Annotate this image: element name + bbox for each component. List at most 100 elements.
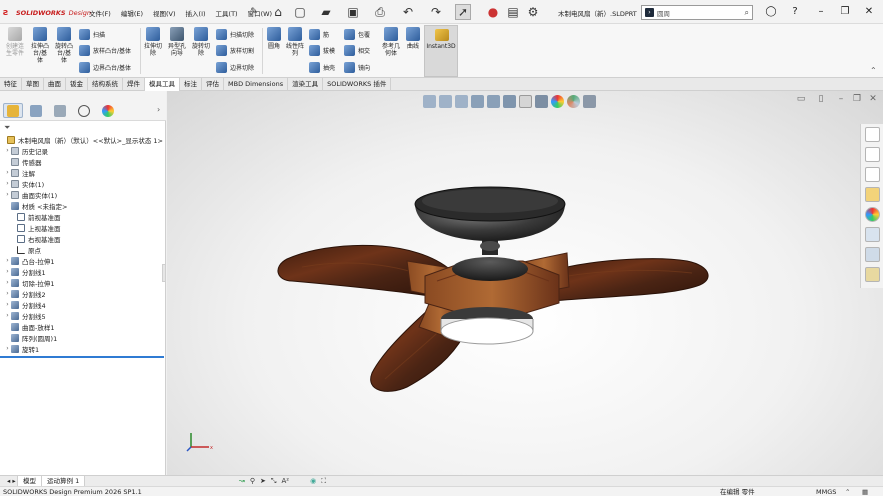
menu-view[interactable]: 视图(V) <box>148 8 181 18</box>
tree-node[interactable]: › 分割线5 <box>0 310 166 321</box>
feature-manager-tab[interactable] <box>3 103 23 118</box>
intersect-button[interactable]: 相交 <box>344 44 370 56</box>
filter-icon[interactable]: ⏷ <box>4 123 10 133</box>
tab-render-tools[interactable]: 渲染工具 <box>288 78 324 91</box>
search-input[interactable]: 圆周 <box>657 8 742 18</box>
fillet-button[interactable]: 圆角 <box>264 27 284 50</box>
tree-node[interactable]: 传感器 <box>0 156 166 167</box>
tree-node[interactable]: › 分割线1 <box>0 266 166 277</box>
extruded-cut-button[interactable]: 拉伸切 除 <box>142 27 164 57</box>
transform-icon[interactable]: ⤡ <box>271 477 277 486</box>
tab-solidworks-addins[interactable]: SOLIDWORKS 插件 <box>323 78 392 91</box>
boundary-cut-button[interactable]: 边界切除 <box>216 61 254 73</box>
restore-button[interactable]: ❐ <box>836 4 854 20</box>
custom-properties-icon[interactable] <box>865 227 880 242</box>
dimxpert-tab[interactable] <box>74 103 94 118</box>
tree-expand-icon[interactable]: › <box>4 312 11 319</box>
tree-node[interactable]: › 曲面实体(1) <box>0 189 166 200</box>
redo-icon[interactable]: ↷ <box>428 4 444 20</box>
tab-structure-system[interactable]: 结构系统 <box>88 78 123 91</box>
file-explorer-icon[interactable] <box>865 167 880 182</box>
refresh-icon[interactable]: ◉ <box>310 477 316 485</box>
options-gear-icon[interactable]: ⚙ <box>525 4 541 20</box>
tree-expand-icon[interactable]: › <box>4 191 11 198</box>
tree-node[interactable]: › 实体(1) <box>0 178 166 189</box>
rebuild-icon[interactable]: ● <box>485 4 501 20</box>
display-manager-tab[interactable] <box>98 103 118 118</box>
tree-node[interactable]: 阵列(圆周)1 <box>0 332 166 343</box>
rollback-bar[interactable] <box>0 356 164 358</box>
shell-button[interactable]: 抽壳 <box>309 61 335 73</box>
revolved-cut-button[interactable]: 旋转切 除 <box>190 27 212 57</box>
smart-mate-icon[interactable]: ↝ <box>239 477 245 485</box>
boundary-boss-button[interactable]: 边界凸台/基体 <box>79 61 131 73</box>
tree-expand-icon[interactable]: › <box>4 147 11 154</box>
lofted-cut-button[interactable]: 放样切割 <box>216 44 254 56</box>
tree-expand-icon[interactable]: › <box>4 180 11 187</box>
tab-mbd-dimensions[interactable]: MBD Dimensions <box>224 78 289 91</box>
search-icon[interactable]: ⌕ <box>745 8 752 18</box>
3dexperience-icon[interactable] <box>865 267 880 282</box>
tab-weldments[interactable]: 焊件 <box>123 78 145 91</box>
graphics-area[interactable]: ▭ ▯ – ❐ ✕ x <box>167 91 883 475</box>
curves-button[interactable]: 曲线 <box>403 27 423 50</box>
menu-insert[interactable]: 插入(I) <box>181 8 211 18</box>
tree-expand-icon[interactable]: › <box>4 169 11 176</box>
wrap-button[interactable]: 包覆 <box>344 28 370 40</box>
minimize-button[interactable]: – <box>812 4 830 20</box>
hole-wizard-button[interactable]: 异型孔 向导 <box>166 27 188 57</box>
create-part-button[interactable]: 创建连 生零件 <box>3 27 27 57</box>
tree-node[interactable]: 木制电风扇（新）（默认）<<默认>_显示状态 1> <box>0 134 166 145</box>
save-icon[interactable]: ▣ <box>345 4 361 20</box>
view-palette-icon[interactable] <box>865 187 880 202</box>
expand-panel-icon[interactable]: › <box>157 105 160 114</box>
mirror-button[interactable]: 镜向 <box>344 61 370 73</box>
tab-surfaces[interactable]: 曲面 <box>44 78 66 91</box>
tree-node[interactable]: 曲面-放样1 <box>0 321 166 332</box>
pin-icon[interactable]: ✎ <box>246 4 262 20</box>
tree-node[interactable]: 材质 <未指定> <box>0 200 166 211</box>
tree-node[interactable]: 右视基准面 <box>0 233 166 244</box>
select-arrow-icon[interactable]: ➚ <box>455 4 471 20</box>
reference-geometry-button[interactable]: 参考几 何体 <box>380 27 402 57</box>
property-manager-tab[interactable] <box>26 103 46 118</box>
tab-annotation[interactable]: 标注 <box>180 78 202 91</box>
collapse-ribbon-icon[interactable]: ⌃ <box>870 66 877 75</box>
instant3d-button[interactable]: Instant3D <box>424 25 458 77</box>
rib-button[interactable]: 筋 <box>309 28 329 40</box>
tree-expand-icon[interactable]: › <box>4 268 11 275</box>
file-properties-icon[interactable]: ▤ <box>505 4 521 20</box>
tree-node[interactable]: › 注解 <box>0 167 166 178</box>
ai-icon[interactable]: A² <box>282 477 290 485</box>
menu-tools[interactable]: 工具(T) <box>211 8 243 18</box>
ceiling-fan-model[interactable] <box>167 91 883 475</box>
status-settings-icon[interactable]: ▦ <box>862 487 868 496</box>
tree-node[interactable]: › 旋转1 <box>0 343 166 354</box>
tab-mold-tools[interactable]: 模具工具 <box>145 78 180 91</box>
tab-evaluate[interactable]: 评估 <box>202 78 224 91</box>
tree-node[interactable]: 上视基准面 <box>0 222 166 233</box>
tree-node[interactable]: › 切除-拉伸1 <box>0 277 166 288</box>
tab-sketch[interactable]: 草图 <box>22 78 44 91</box>
new-document-icon[interactable]: ▢ <box>292 4 308 20</box>
swept-cut-button[interactable]: 扫描切除 <box>216 28 254 40</box>
tree-node[interactable]: 原点 <box>0 244 166 255</box>
menu-edit[interactable]: 编辑(E) <box>116 8 148 18</box>
tree-expand-icon[interactable]: › <box>4 279 11 286</box>
loft-boss-button[interactable]: 放样凸台/基体 <box>79 44 131 56</box>
tree-node[interactable]: › 分割线4 <box>0 299 166 310</box>
tab-sheet-metal[interactable]: 钣金 <box>66 78 88 91</box>
menu-file[interactable]: 文件(F) <box>84 8 116 18</box>
close-button[interactable]: ✕ <box>860 4 878 20</box>
expand-icon[interactable]: ⛶ <box>321 477 326 486</box>
appearances-icon[interactable] <box>865 207 880 222</box>
print-icon[interactable]: ⎙ <box>372 4 388 20</box>
extruded-boss-button[interactable]: 拉伸凸 台/基 体 <box>28 27 52 64</box>
unit-system[interactable]: MMGS <box>816 487 836 496</box>
design-library-icon[interactable] <box>865 147 880 162</box>
send-icon[interactable]: ➤ <box>260 477 266 485</box>
app-logo[interactable]: ƨ SOLIDWORKS Design <box>3 6 91 19</box>
microphone-icon[interactable]: ⚲ <box>250 477 255 485</box>
unit-dropdown-icon[interactable]: ⌃ <box>845 487 850 496</box>
search-box[interactable]: › 圆周 ⌕ <box>641 5 753 20</box>
